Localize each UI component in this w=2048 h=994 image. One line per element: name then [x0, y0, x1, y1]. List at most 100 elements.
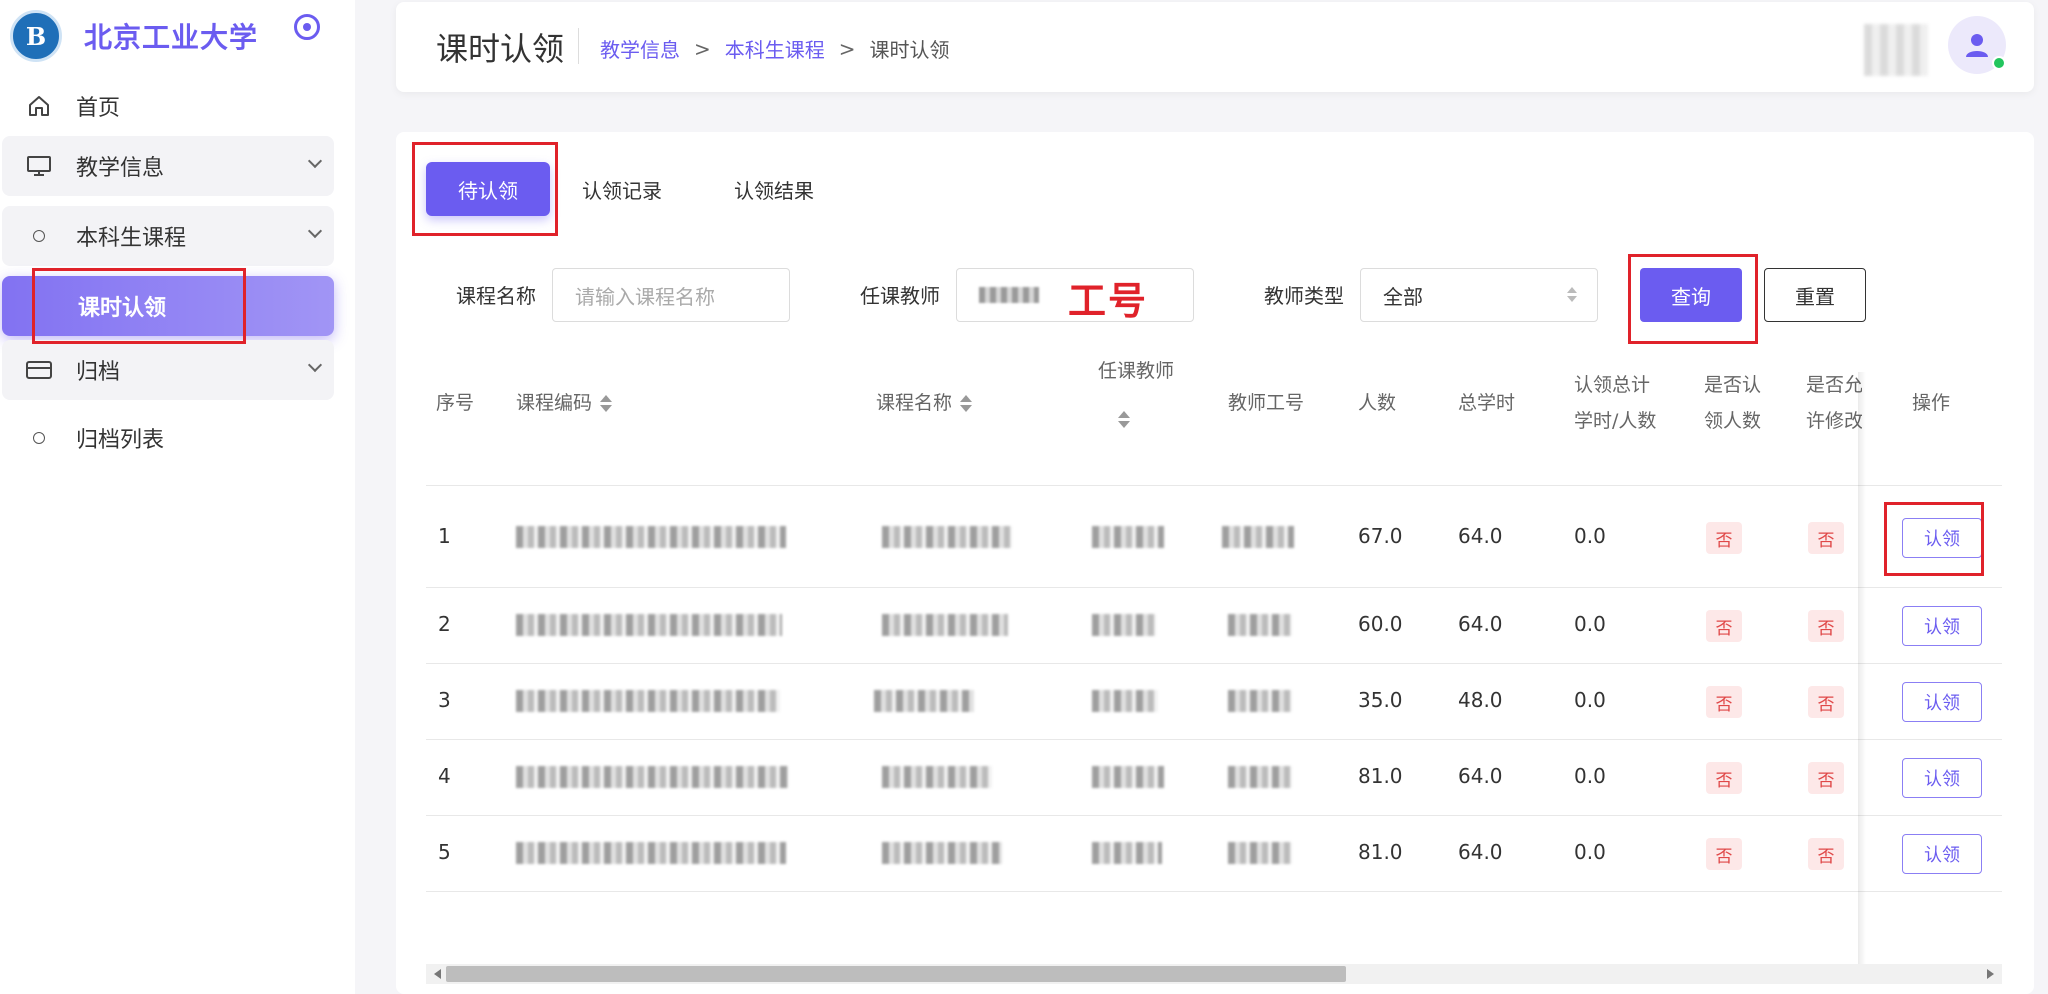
- cell-index: 4: [438, 764, 451, 788]
- annotation-box-tab: [412, 142, 558, 236]
- home-icon: [24, 94, 54, 118]
- status-badge-is-claimed: 否: [1706, 610, 1742, 642]
- cell-course-code-redacted: [516, 842, 786, 864]
- teacher-type-value: 全部: [1383, 284, 1423, 309]
- cell-total-hours: 64.0: [1458, 612, 1503, 636]
- breadcrumb-link[interactable]: 教学信息: [600, 34, 680, 63]
- page-header: 课时认领 教学信息 > 本科生课程 > 课时认领: [396, 2, 2034, 92]
- cell-claimed: 0.0: [1574, 840, 1606, 864]
- cell-course-code-redacted: [516, 526, 786, 548]
- avatar[interactable]: [1948, 16, 2006, 74]
- cell-teacher-id-redacted: [1228, 614, 1292, 636]
- university-logo-icon: B: [10, 10, 62, 62]
- teacher-value-redacted: [979, 287, 1039, 303]
- sidebar: B 北京工业大学 首页 教学信息 本科生课程 课时认领 归档 归档列表: [0, 0, 355, 994]
- sidebar-item-archive[interactable]: 归档: [2, 340, 334, 400]
- table-row[interactable]: 1 67.0 64.0 0.0 否 否 认领: [426, 486, 2002, 588]
- cell-teacher-id-redacted: [1228, 766, 1292, 788]
- status-badge-allow-modify: 否: [1808, 762, 1844, 794]
- sidebar-item-archive-list[interactable]: 归档列表: [2, 408, 334, 468]
- circle-icon: [24, 230, 54, 242]
- cell-course-name-redacted: [874, 690, 974, 712]
- select-arrows-icon: [1567, 287, 1577, 302]
- reset-button[interactable]: 重置: [1764, 268, 1866, 322]
- scrollbar-thumb[interactable]: [446, 966, 1346, 982]
- table-row[interactable]: 4 81.0 64.0 0.0 否 否 认领: [426, 740, 2002, 816]
- sidebar-item-label: 本科生课程: [76, 226, 187, 251]
- monitor-icon: [24, 154, 54, 178]
- cell-course-name-redacted: [882, 526, 1012, 548]
- cell-count: 60.0: [1358, 612, 1403, 636]
- cell-course-name-redacted: [882, 766, 992, 788]
- cell-count: 81.0: [1358, 764, 1403, 788]
- card-icon: [24, 359, 54, 381]
- cell-teacher-redacted: [1092, 766, 1164, 788]
- breadcrumb-current: 课时认领: [869, 38, 950, 62]
- status-badge-allow-modify: 否: [1808, 522, 1844, 554]
- status-badge-allow-modify: 否: [1808, 686, 1844, 718]
- claim-button[interactable]: 认领: [1902, 758, 1982, 798]
- page-title: 课时认领: [436, 30, 565, 68]
- cell-teacher-id-redacted: [1222, 526, 1294, 548]
- scroll-right-icon[interactable]: [1987, 969, 1994, 979]
- cell-index: 3: [438, 688, 451, 712]
- course-name-input[interactable]: 请输入课程名称: [552, 268, 790, 322]
- main-panel: 待认领 认领记录 认领结果 课程名称 请输入课程名称 任课教师 工号 教师类型 …: [396, 132, 2034, 994]
- table-row[interactable]: 3 35.0 48.0 0.0 否 否 认领: [426, 664, 2002, 740]
- online-status-dot: [1992, 56, 2006, 70]
- sidebar-item-label: 归档: [76, 360, 121, 385]
- annotation-box-query: [1628, 254, 1758, 344]
- cell-count: 67.0: [1358, 524, 1403, 548]
- status-badge-allow-modify: 否: [1808, 838, 1844, 870]
- circle-icon: [24, 432, 54, 444]
- cell-total-hours: 64.0: [1458, 840, 1503, 864]
- table-row[interactable]: 2 60.0 64.0 0.0 否 否 认领: [426, 588, 2002, 664]
- sidebar-item-home[interactable]: 首页: [2, 76, 334, 136]
- cell-claimed: 0.0: [1574, 612, 1606, 636]
- tab-claim-records[interactable]: 认领记录: [556, 162, 688, 216]
- chevron-down-icon: [307, 223, 323, 239]
- breadcrumb-separator: >: [694, 36, 711, 61]
- sidebar-item-label: 教学信息: [76, 156, 165, 181]
- cell-course-code-redacted: [516, 614, 782, 636]
- cell-course-name-redacted: [882, 614, 1008, 636]
- cell-course-name-redacted: [882, 842, 1002, 864]
- course-name-label: 课程名称: [456, 284, 536, 308]
- table-row[interactable]: 5 81.0 64.0 0.0 否 否 认领: [426, 816, 2002, 892]
- claim-button[interactable]: 认领: [1902, 682, 1982, 722]
- annotation-box-sidebar: [32, 268, 246, 344]
- status-badge-allow-modify: 否: [1808, 610, 1844, 642]
- teacher-type-select[interactable]: 全部: [1360, 268, 1598, 322]
- cell-index: 2: [438, 612, 451, 636]
- claim-button[interactable]: 认领: [1902, 606, 1982, 646]
- horizontal-scrollbar[interactable]: [426, 964, 2002, 984]
- tab-claim-results[interactable]: 认领结果: [708, 162, 840, 216]
- cell-count: 35.0: [1358, 688, 1403, 712]
- breadcrumb-link[interactable]: 本科生课程: [725, 34, 825, 63]
- sidebar-item-teaching-info[interactable]: 教学信息: [2, 136, 334, 196]
- cell-teacher-id-redacted: [1228, 842, 1292, 864]
- title-divider: [578, 28, 579, 64]
- sidebar-item-label: 归档列表: [76, 428, 165, 453]
- cell-teacher-redacted: [1092, 690, 1158, 712]
- fixed-column-shadow: [1858, 372, 1866, 972]
- cell-teacher-id-redacted: [1228, 690, 1292, 712]
- cell-teacher-redacted: [1092, 842, 1162, 864]
- user-icon: [1966, 34, 1988, 57]
- status-badge-is-claimed: 否: [1706, 686, 1742, 718]
- cell-count: 81.0: [1358, 840, 1403, 864]
- claim-button[interactable]: 认领: [1902, 834, 1982, 874]
- logo[interactable]: B 北京工业大学: [10, 10, 330, 62]
- cell-total-hours: 64.0: [1458, 524, 1503, 548]
- sidebar-item-undergrad-courses[interactable]: 本科生课程: [2, 206, 334, 266]
- teacher-label: 任课教师: [860, 284, 940, 308]
- cell-course-code-redacted: [516, 766, 788, 788]
- sidebar-collapse-toggle-icon[interactable]: [294, 14, 320, 40]
- table-header-row: [426, 372, 2002, 486]
- cell-teacher-redacted: [1092, 614, 1156, 636]
- breadcrumb-separator: >: [838, 36, 856, 61]
- cell-total-hours: 64.0: [1458, 764, 1503, 788]
- cell-total-hours: 48.0: [1458, 688, 1503, 712]
- university-name: 北京工业大学: [84, 21, 259, 54]
- scroll-left-icon[interactable]: [434, 969, 441, 979]
